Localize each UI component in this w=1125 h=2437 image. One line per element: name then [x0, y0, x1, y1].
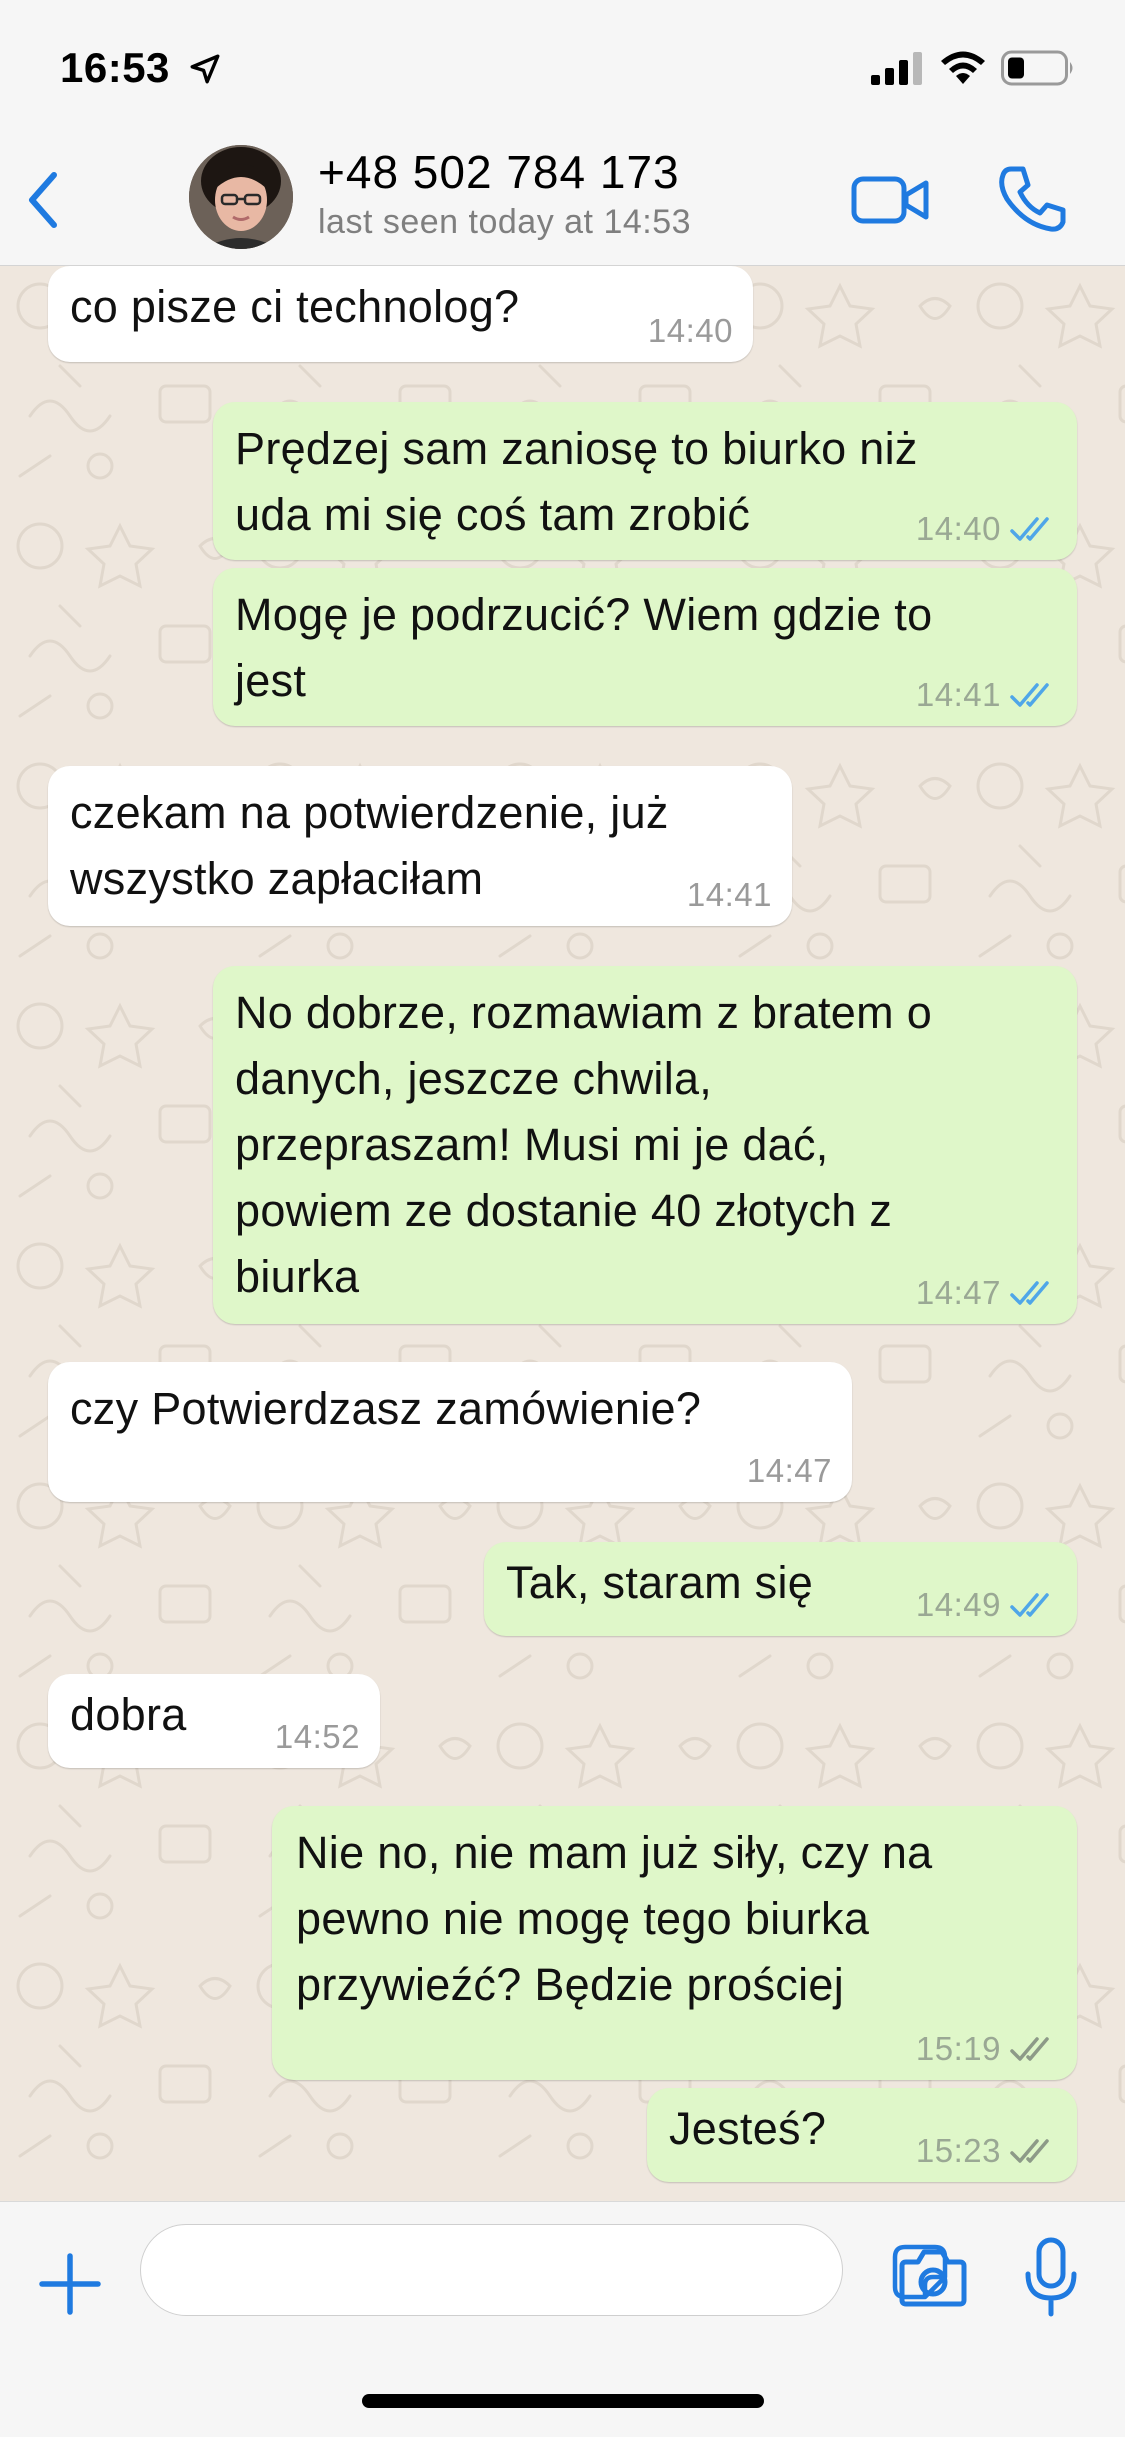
message-bubble[interactable]: Prędzej sam zaniosę to biurko niż uda mi…: [213, 402, 1077, 560]
message-bubble[interactable]: No dobrze, rozmawiam z bratem o danych, …: [213, 966, 1077, 1324]
cellular-signal-icon: [871, 52, 922, 85]
message-bubble[interactable]: Tak, staram się 14:49: [484, 1542, 1077, 1636]
attach-plus-icon[interactable]: [36, 2250, 104, 2318]
microphone-icon[interactable]: [1020, 2236, 1082, 2318]
video-call-icon[interactable]: [850, 165, 930, 235]
message-time: 14:41: [686, 876, 772, 913]
status-bar: 16:53: [0, 0, 1125, 135]
status-icons: [871, 50, 1077, 86]
message-text: Tak, staram się: [506, 1557, 814, 1608]
message-text: No dobrze, rozmawiam z bratem o danych, …: [235, 987, 933, 1302]
message-bubble[interactable]: dobra 14:52: [48, 1674, 380, 1768]
message-input[interactable]: [140, 2224, 948, 2316]
last-seen-status: last seen today at 14:53: [318, 203, 692, 241]
message-bubble[interactable]: czy Potwierdzasz zamówienie? 14:47: [48, 1362, 852, 1502]
chat-header: +48 502 784 173 last seen today at 14:53: [0, 135, 1125, 266]
message-bubble[interactable]: Mogę je podrzucić? Wiem gdzie to jest 14…: [213, 568, 1077, 726]
message-text: co pisze ci technolog?: [70, 281, 520, 332]
contact-avatar[interactable]: [189, 145, 293, 249]
message-text: Jesteś?: [669, 2103, 827, 2154]
message-bubble[interactable]: Jesteś? 15:23: [647, 2088, 1077, 2182]
home-indicator[interactable]: [362, 2394, 764, 2408]
message-time: 14:47: [915, 1274, 1001, 1311]
wifi-icon: [941, 51, 985, 84]
message-text: czy Potwierdzasz zamówienie?: [70, 1383, 702, 1434]
read-double-check-icon: [1010, 683, 1049, 707]
location-arrow-icon: [190, 54, 220, 84]
message-time: 15:23: [915, 2132, 1001, 2169]
message-time: 15:19: [915, 2030, 1001, 2067]
message-time: 14:52: [274, 1718, 360, 1755]
status-time: 16:53: [60, 44, 170, 91]
message-bubble[interactable]: co pisze ci technolog? 14:40: [48, 266, 753, 362]
back-chevron-icon[interactable]: [20, 165, 70, 235]
message-time: 14:49: [915, 1586, 1001, 1623]
message-text: Nie no, nie mam już siły, czy na pewno n…: [296, 1827, 933, 2010]
message-time: 14:47: [746, 1452, 832, 1489]
camera-icon[interactable]: [898, 2246, 968, 2308]
phone-call-icon[interactable]: [997, 163, 1067, 235]
delivered-double-check-icon: [1010, 2139, 1049, 2163]
read-double-check-icon: [1010, 517, 1049, 541]
delivered-double-check-icon: [1010, 2037, 1049, 2061]
message-bubble[interactable]: Nie no, nie mam już siły, czy na pewno n…: [272, 1806, 1077, 2080]
read-double-check-icon: [1010, 1593, 1049, 1617]
message-bubble[interactable]: czekam na potwierdzenie, już wszystko za…: [48, 766, 792, 926]
contact-name[interactable]: +48 502 784 173: [318, 145, 680, 199]
battery-icon: [1001, 50, 1073, 86]
message-time: 14:40: [647, 312, 733, 349]
message-text: czekam na potwierdzenie, już wszystko za…: [70, 787, 669, 904]
message-list[interactable]: co pisze ci technolog? 14:40 Prędzej sam…: [0, 266, 1125, 2201]
message-time: 14:40: [915, 510, 1001, 547]
message-text: Prędzej sam zaniosę to biurko niż uda mi…: [235, 423, 918, 540]
message-text: Mogę je podrzucić? Wiem gdzie to jest: [235, 589, 933, 706]
message-text: dobra: [70, 1689, 187, 1740]
read-double-check-icon: [1010, 1281, 1049, 1305]
message-time: 14:41: [915, 676, 1001, 713]
